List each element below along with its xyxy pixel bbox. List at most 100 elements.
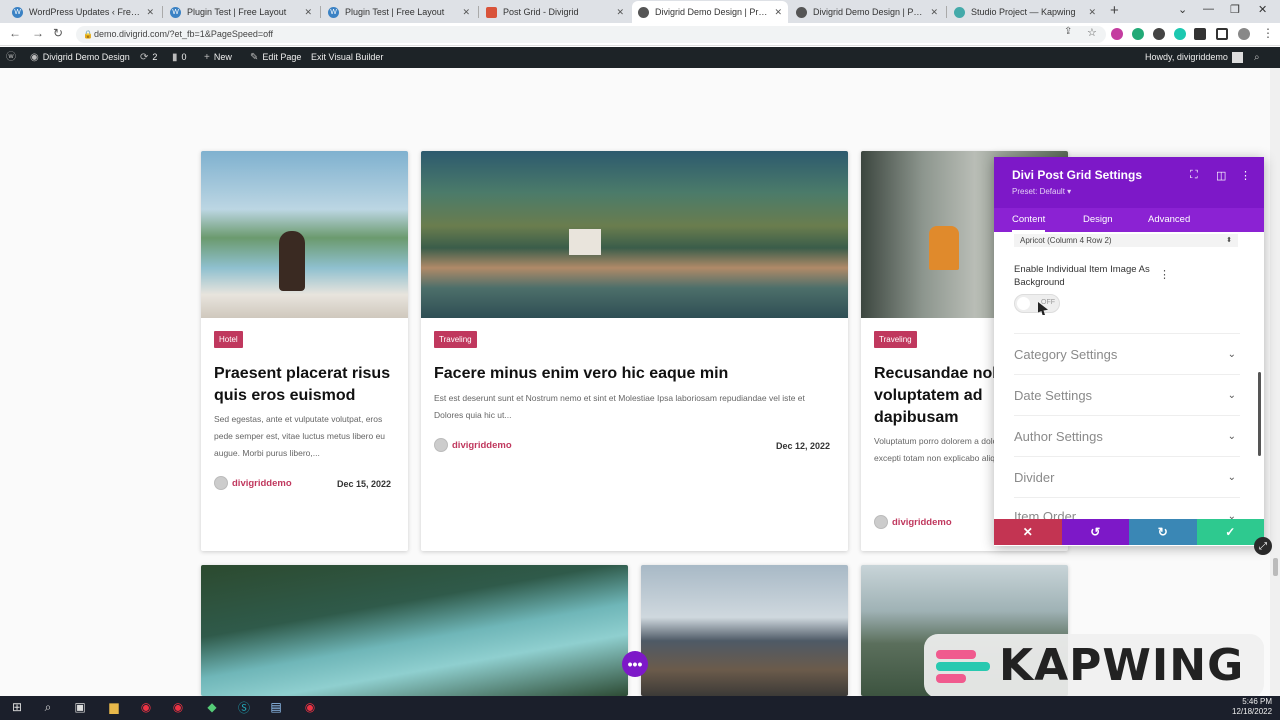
url-field[interactable]: 🔒 demo.divigrid.com/?et_fb=1&PageSpeed=of… (76, 26, 1106, 43)
redo-button[interactable]: ↻ (1129, 519, 1197, 545)
split-view-icon[interactable]: ◫ (1216, 169, 1226, 182)
edit-page-link[interactable]: ✎ Edit Page (250, 47, 301, 68)
section-author-settings[interactable]: Author Settings ⌄ (1014, 415, 1240, 456)
author-avatar (434, 438, 448, 452)
panel-footer: ✕ ↺ ↻ ✓ (994, 519, 1264, 545)
category-badge[interactable]: Hotel (214, 331, 243, 348)
chrome-icon[interactable]: ◉ (170, 699, 186, 715)
skype-icon[interactable]: Ⓢ (236, 699, 252, 715)
bookmark-star-icon[interactable]: ☆ (1087, 26, 1097, 39)
extension-icon[interactable] (1111, 28, 1123, 40)
section-date-settings[interactable]: Date Settings ⌄ (1014, 374, 1240, 415)
post-author[interactable]: divigriddemo (214, 476, 292, 490)
browser-tab[interactable]: WWordPress Updates ‹ Free Layo✕ (6, 1, 160, 23)
browser-tab-active[interactable]: Divigrid Demo Design | Premad ✕ (632, 1, 788, 23)
post-excerpt: Sed egestas, ante et vulputate volutpat,… (214, 414, 386, 458)
extension-icon[interactable] (1174, 28, 1186, 40)
new-content-link[interactable]: + New (204, 47, 232, 68)
close-tab-icon[interactable]: ✕ (930, 7, 938, 18)
image-background-label: Enable Individual Item Image As Backgrou… (1014, 264, 1150, 288)
minimize-icon[interactable]: — (1203, 3, 1214, 15)
maximize-icon[interactable]: ❐ (1230, 3, 1240, 16)
puzzle-icon[interactable] (1194, 28, 1206, 40)
post-title[interactable]: Facere minus enim vero hic eaque min (434, 363, 834, 385)
sidebar-icon[interactable] (1216, 28, 1228, 40)
search-icon[interactable]: ⌕ (1254, 47, 1260, 68)
undo-button[interactable]: ↺ (1061, 519, 1129, 545)
pencil-icon: ✎ (250, 52, 259, 63)
post-image (201, 151, 408, 318)
more-options-icon[interactable]: ⋮ (1240, 169, 1251, 182)
exit-visual-builder-link[interactable]: Exit Visual Builder (311, 47, 383, 68)
windows-start-icon[interactable]: ⊞ (9, 699, 25, 715)
site-name-link[interactable]: ◉ Divigrid Demo Design (30, 47, 130, 68)
close-tab-icon[interactable]: ✕ (1088, 7, 1096, 18)
close-tab-icon[interactable]: ✕ (146, 7, 154, 18)
close-tab-icon[interactable]: ✕ (616, 7, 624, 18)
chrome-icon[interactable]: ◉ (302, 699, 318, 715)
panel-tabs: Content Design Advanced (994, 208, 1264, 232)
save-button[interactable]: ✓ (1196, 519, 1264, 545)
close-tab-icon[interactable]: ✕ (462, 7, 470, 18)
share-icon[interactable]: ⇪ (1064, 26, 1072, 37)
close-window-icon[interactable]: ✕ (1258, 3, 1267, 16)
author-avatar (214, 476, 228, 490)
browser-tab[interactable]: Studio Project — Kapwing ✕ (948, 1, 1102, 23)
browser-tab[interactable]: W Plugin Test | Free Layout ✕ (322, 1, 476, 23)
chrome-icon[interactable]: ◉ (138, 699, 154, 715)
tab-search-icon[interactable]: ⌄ (1178, 3, 1187, 16)
howdy-user-link[interactable]: Howdy, divigriddemo (1145, 47, 1243, 68)
close-tab-icon[interactable]: ✕ (304, 7, 312, 18)
post-title[interactable]: Praesent placerat risus quis eros euismo… (214, 363, 400, 407)
globe-icon (796, 6, 807, 18)
browser-tab[interactable]: Post Grid - Divigrid ✕ (480, 1, 630, 23)
browser-tab[interactable]: Divigrid Demo Design | Premad✕ (790, 1, 944, 23)
extension-icon[interactable] (1153, 28, 1165, 40)
updates-link[interactable]: ⟳ 2 (140, 47, 157, 68)
wordpress-logo-icon[interactable]: ⓦ (6, 47, 16, 68)
image-background-toggle[interactable]: OFF (1014, 294, 1060, 313)
section-item-order[interactable]: Item Order ⌄ (1014, 497, 1240, 519)
app-icon[interactable]: ◆ (204, 699, 220, 715)
menu-dots-icon[interactable]: ⋮ (1262, 26, 1274, 40)
scrollbar-thumb[interactable] (1273, 558, 1278, 576)
cancel-button[interactable]: ✕ (994, 519, 1062, 545)
notepad-icon[interactable]: ▤ (268, 699, 284, 715)
tab-advanced[interactable]: Advanced (1148, 208, 1190, 232)
page-scrollbar[interactable] (1270, 68, 1280, 696)
post-card[interactable]: Traveling Facere minus enim vero hic eaq… (421, 151, 848, 551)
back-icon[interactable]: ← (9, 26, 21, 40)
file-explorer-icon[interactable]: ▆ (106, 699, 122, 715)
builder-menu-button[interactable]: ••• (622, 651, 648, 677)
post-author[interactable]: divigriddemo (874, 515, 952, 529)
section-category-settings[interactable]: Category Settings ⌄ (1014, 333, 1240, 374)
new-tab-icon[interactable]: + (1110, 2, 1119, 19)
resize-handle-icon[interactable]: ⤢ (1254, 537, 1272, 555)
post-card[interactable] (641, 565, 848, 696)
extension-icon[interactable] (1132, 28, 1144, 40)
search-icon[interactable]: ⌕ (40, 699, 56, 715)
task-view-icon[interactable]: ▣ (72, 699, 88, 715)
profile-avatar[interactable] (1238, 28, 1250, 40)
forward-icon[interactable]: → (32, 26, 44, 40)
fullscreen-icon[interactable]: ⛶ (1190, 169, 1198, 182)
windows-taskbar: ⊞ ⌕ ▣ ▆ ◉ ◉ ◆ Ⓢ ▤ ◉ 5:46 PM 12/18/2022 (0, 696, 1280, 720)
comments-link[interactable]: ▮ 0 (172, 47, 187, 68)
system-clock[interactable]: 5:46 PM 12/18/2022 (1232, 697, 1272, 717)
section-divider[interactable]: Divider ⌄ (1014, 456, 1240, 497)
close-tab-icon[interactable]: ✕ (774, 7, 782, 18)
reload-icon[interactable]: ↻ (53, 26, 63, 40)
tab-design[interactable]: Design (1083, 208, 1113, 232)
browser-tab[interactable]: W Plugin Test | Free Layout ✕ (164, 1, 318, 23)
tab-content[interactable]: Content (1012, 208, 1046, 232)
panel-scrollbar[interactable] (1258, 372, 1261, 456)
layout-select[interactable]: Apricot (Column 4 Row 2) ⬍ (1014, 234, 1238, 247)
option-menu-icon[interactable]: ⋮ (1159, 268, 1170, 281)
post-card[interactable]: Hotel Praesent placerat risus quis eros … (201, 151, 408, 551)
preset-dropdown[interactable]: Preset: Default ▾ (1012, 187, 1071, 196)
category-badge[interactable]: Traveling (434, 331, 477, 348)
post-author[interactable]: divigriddemo (434, 438, 512, 452)
category-badge[interactable]: Traveling (874, 331, 917, 348)
post-date: Dec 12, 2022 (776, 441, 831, 451)
post-card[interactable] (201, 565, 628, 696)
